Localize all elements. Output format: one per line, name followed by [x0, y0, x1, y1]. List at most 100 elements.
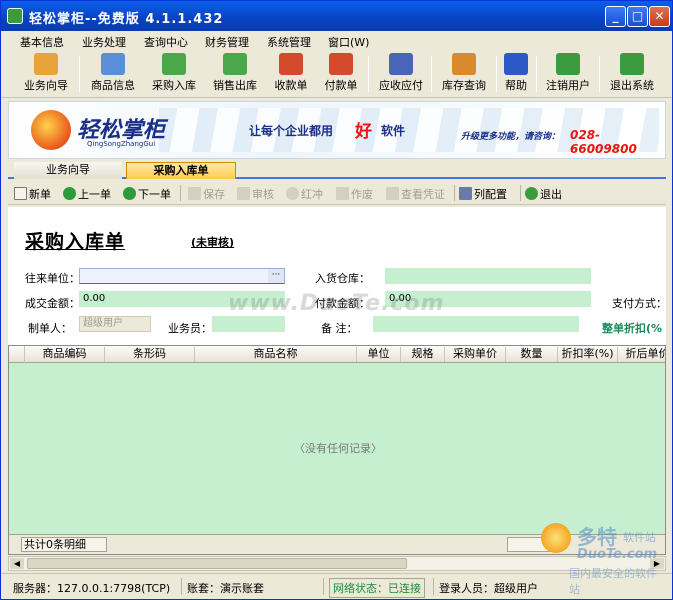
- scroll-left-icon[interactable]: ◀: [10, 558, 24, 569]
- logout-icon: [556, 53, 580, 75]
- toolbar-label: 注销用户: [546, 79, 590, 92]
- horizontal-scrollbar[interactable]: ◀ ▶: [8, 556, 666, 571]
- duote-watermark: www.DuoTe.com: [228, 291, 445, 316]
- warehouse-field[interactable]: [385, 268, 591, 284]
- scroll-thumb[interactable]: [27, 558, 407, 569]
- column-config-button[interactable]: 列配置: [459, 186, 507, 202]
- new-doc-icon: [14, 187, 27, 200]
- toolbar-payment-button[interactable]: 付款单: [319, 53, 363, 96]
- menu-query[interactable]: 查询中心: [144, 34, 188, 50]
- col-spec[interactable]: 规格: [401, 347, 445, 362]
- stock-icon: [452, 53, 476, 75]
- exit-icon: [620, 53, 644, 75]
- reverse-button[interactable]: 红冲: [286, 186, 323, 202]
- void-icon: [336, 187, 349, 200]
- purchase-receipt-form: 采购入库单 (未审核) 往来单位： ··· 入货仓库： 成交金额： 0.00 付…: [8, 207, 667, 345]
- note-field[interactable]: [373, 316, 579, 332]
- total-cell: [507, 537, 559, 552]
- reverse-icon: [286, 187, 299, 200]
- menu-basic-info[interactable]: 基本信息: [20, 34, 64, 50]
- col-price[interactable]: 采购单价: [445, 347, 506, 362]
- col-unit[interactable]: 单位: [357, 347, 401, 362]
- toolbar-label: 帮助: [505, 79, 527, 92]
- col-goods-name[interactable]: 商品名称: [195, 347, 357, 362]
- status-badge: (未审核): [191, 236, 235, 249]
- box-in-icon: [162, 53, 186, 75]
- toolbar-label: 付款单: [324, 79, 358, 92]
- menu-business[interactable]: 业务处理: [82, 34, 126, 50]
- action-label: 退出: [540, 188, 562, 201]
- tab-purchase-receipt[interactable]: 采购入库单: [126, 162, 236, 179]
- whole-discount-label[interactable]: 整单折扣(%: [602, 320, 662, 336]
- toolbar-guide-button[interactable]: 业务向导: [19, 53, 73, 96]
- note-label: 备 注：: [321, 322, 358, 335]
- title-bar: 轻松掌柜--免费版 4.1.1.432 _ □ ✕: [1, 1, 672, 31]
- table-header: 商品编码 条形码 商品名称 单位 规格 采购单价 数量 折扣率(%) 折后单价: [9, 346, 666, 363]
- document-tabs: 业务向导 采购入库单: [8, 161, 666, 179]
- toolbar-purchase-button[interactable]: 采购入库: [147, 53, 201, 96]
- exit-icon: [525, 187, 538, 200]
- receipt-icon: [279, 53, 303, 75]
- clerk-field[interactable]: [212, 316, 285, 332]
- action-label: 下一单: [138, 188, 171, 201]
- toolbar-exit-button[interactable]: 退出系统: [605, 53, 659, 96]
- brand-logo-icon: [31, 110, 71, 150]
- save-icon: [188, 187, 201, 200]
- ad-banner: 轻松掌柜 QingSongZhangGui 让每个企业都用 好 软件 升级更多功…: [8, 101, 666, 159]
- new-doc-button[interactable]: 新单: [14, 186, 51, 202]
- toolbar-receipt-button[interactable]: 收款单: [269, 53, 313, 96]
- prev-doc-button[interactable]: 上一单: [63, 186, 111, 202]
- action-label: 作废: [351, 188, 373, 201]
- maximize-button[interactable]: □: [627, 6, 648, 27]
- toolbar-label: 销售出库: [213, 79, 257, 92]
- void-button[interactable]: 作废: [336, 186, 373, 202]
- clerk-label: 业务员：: [168, 322, 212, 335]
- toolbar-stock-button[interactable]: 库存查询: [437, 53, 491, 96]
- toolbar-label: 退出系统: [610, 79, 654, 92]
- warehouse-label: 入货仓库：: [315, 272, 370, 285]
- audit-button[interactable]: 审核: [237, 186, 274, 202]
- check-icon: [237, 187, 250, 200]
- banner-upgrade-text: 升级更多功能，请咨询：: [461, 132, 561, 142]
- network-status: 网络状态：已连接: [329, 578, 425, 598]
- main-toolbar: 业务向导 商品信息 采购入库 销售出库 收款单 付款单 应收应付 库存查询 帮助…: [1, 51, 672, 98]
- chart-icon: [389, 53, 413, 75]
- server-info: 服务器：127.0.0.1:7798(TCP): [13, 582, 171, 595]
- menu-window[interactable]: 窗口(W): [328, 34, 369, 50]
- save-button[interactable]: 保存: [188, 186, 225, 202]
- toolbar-logout-button[interactable]: 注销用户: [541, 53, 595, 96]
- partner-field[interactable]: ···: [79, 268, 285, 284]
- close-button[interactable]: ✕: [649, 6, 670, 27]
- action-label: 新单: [29, 188, 51, 201]
- toolbar-label: 业务向导: [24, 79, 68, 92]
- toolbar-help-button[interactable]: 帮助: [501, 53, 531, 96]
- goods-table[interactable]: 商品编码 条形码 商品名称 单位 规格 采购单价 数量 折扣率(%) 折后单价 …: [8, 345, 666, 555]
- col-discount[interactable]: 折扣率(%): [558, 347, 618, 362]
- maker-label: 制单人：: [28, 322, 72, 335]
- toolbar-goods-button[interactable]: 商品信息: [86, 53, 140, 96]
- account-info: 账套：演示账套: [187, 582, 264, 595]
- banner-slogan-highlight: 好: [355, 122, 372, 142]
- action-label: 红冲: [301, 188, 323, 201]
- exit-doc-button[interactable]: 退出: [525, 186, 562, 202]
- next-doc-button[interactable]: 下一单: [123, 186, 171, 202]
- col-barcode[interactable]: 条形码: [105, 347, 195, 362]
- menu-system[interactable]: 系统管理: [267, 34, 311, 50]
- minimize-button[interactable]: _: [605, 6, 626, 27]
- col-discounted-price[interactable]: 折后单价: [618, 347, 666, 362]
- view-voucher-button[interactable]: 查看凭证: [386, 186, 445, 202]
- app-icon: [7, 8, 23, 24]
- col-goods-code[interactable]: 商品编码: [25, 347, 105, 362]
- toolbar-receivable-button[interactable]: 应收应付: [374, 53, 428, 96]
- toolbar-sales-button[interactable]: 销售出库: [208, 53, 262, 96]
- action-label: 审核: [252, 188, 274, 201]
- tab-guide[interactable]: 业务向导: [14, 162, 122, 179]
- scroll-right-icon[interactable]: ▶: [650, 558, 664, 569]
- action-label: 列配置: [474, 188, 507, 201]
- partner-lookup-button[interactable]: ···: [268, 269, 284, 283]
- toolbar-label: 收款单: [274, 79, 308, 92]
- col-qty[interactable]: 数量: [506, 347, 558, 362]
- row-selector-header: [9, 346, 25, 363]
- user-info: 登录人员：超级用户: [439, 582, 538, 595]
- menu-finance[interactable]: 财务管理: [205, 34, 249, 50]
